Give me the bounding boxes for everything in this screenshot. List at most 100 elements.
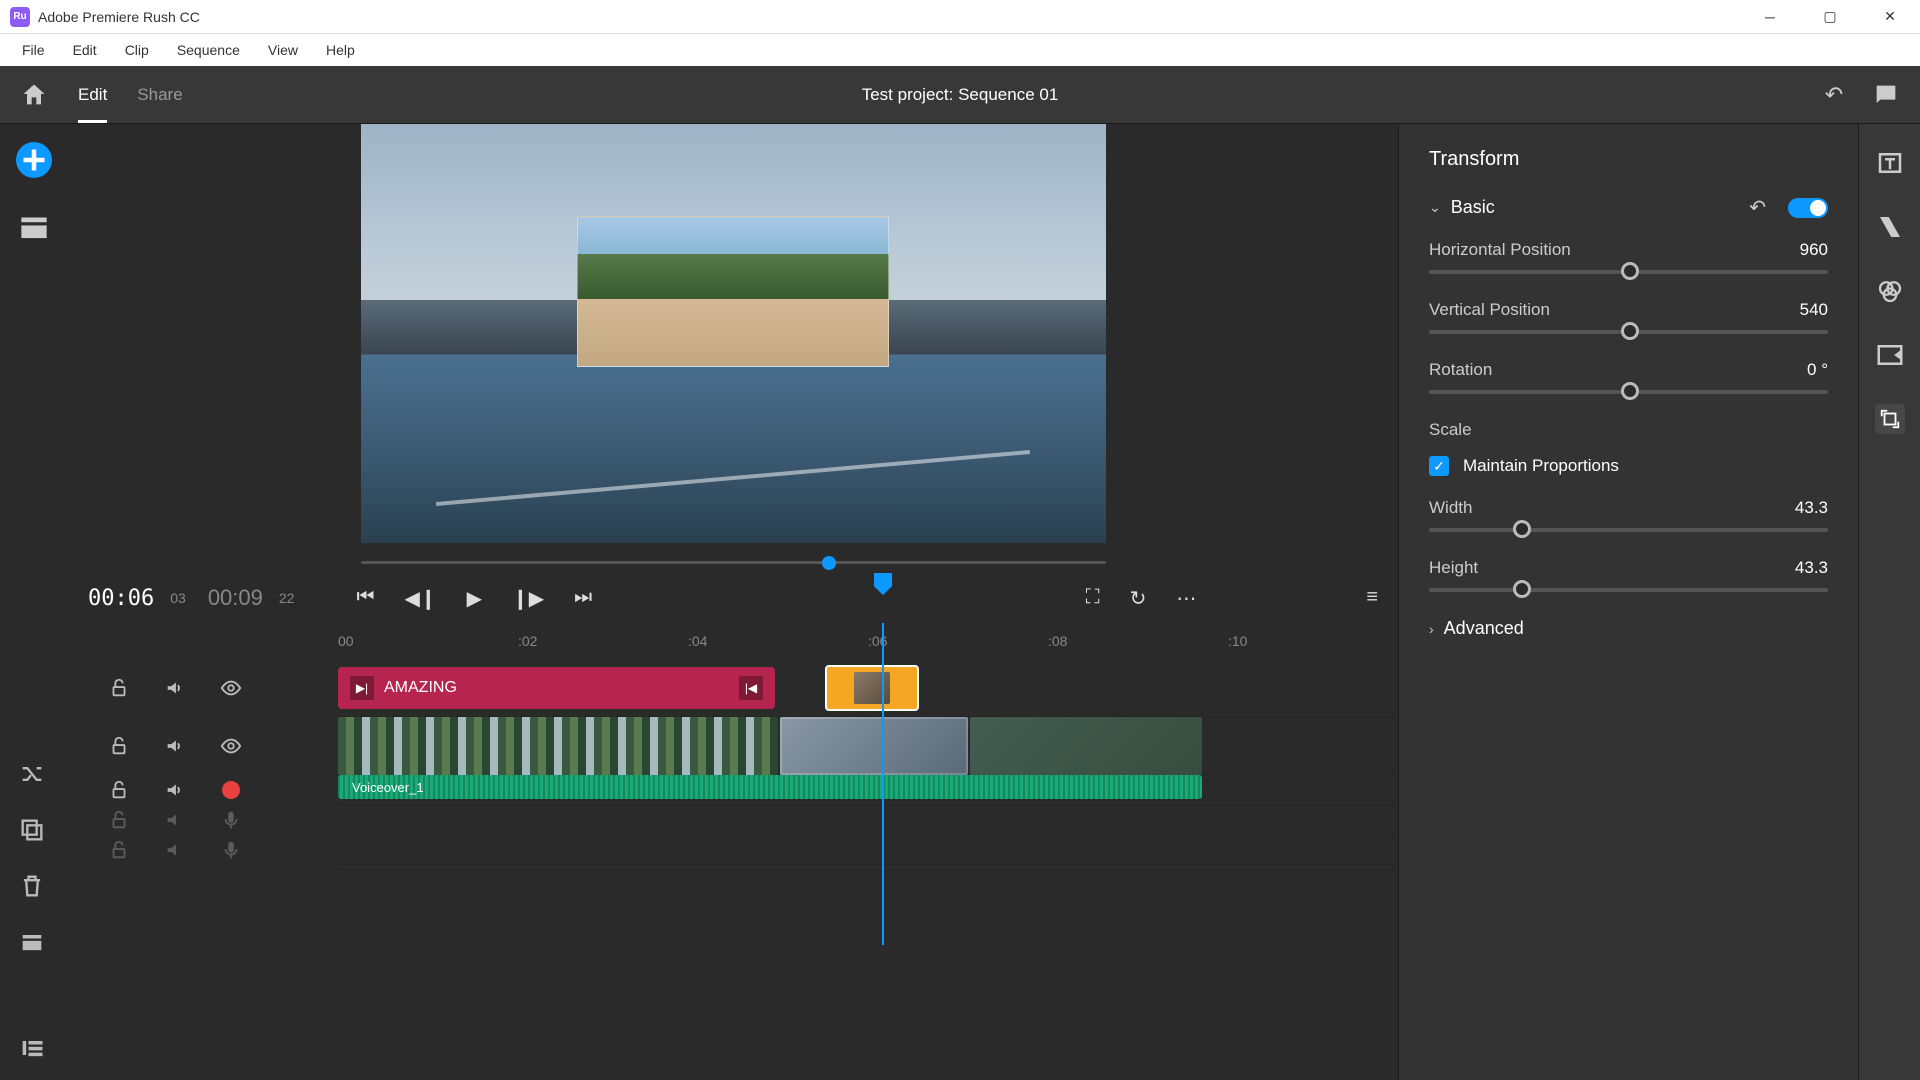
width-value[interactable]: 43.3 (1795, 498, 1828, 518)
voiceover-clip[interactable]: Voiceover_1 (338, 775, 1202, 799)
video-clip-3[interactable] (970, 717, 1202, 775)
width-label: Width (1429, 498, 1472, 518)
basic-toggle[interactable] (1788, 198, 1828, 218)
step-forward-button[interactable]: ❙▶ (512, 586, 544, 611)
title-clip[interactable]: ▶| AMAZING |◀ (338, 667, 775, 709)
height-slider[interactable] (1429, 588, 1828, 592)
tab-share[interactable]: Share (137, 69, 182, 121)
audio-tool-icon[interactable] (1875, 340, 1905, 370)
lock-track-icon[interactable] (108, 779, 130, 801)
video-clip-2[interactable] (780, 717, 968, 775)
delete-icon[interactable] (18, 872, 46, 900)
mic-icon[interactable] (220, 809, 242, 831)
transitions-tool-icon[interactable] (1875, 212, 1905, 242)
vpos-value[interactable]: 540 (1800, 300, 1828, 320)
home-button[interactable] (20, 81, 48, 109)
right-toolbar (1858, 124, 1920, 1080)
track-row-audio-empty (338, 835, 1398, 865)
height-value[interactable]: 43.3 (1795, 558, 1828, 578)
menu-edit[interactable]: Edit (59, 36, 111, 64)
rotation-slider[interactable] (1429, 390, 1828, 394)
expand-tracks-icon[interactable] (18, 928, 46, 956)
more-options-button[interactable]: ⋯ (1176, 586, 1196, 611)
timeline-ruler[interactable]: 00 :02 :04 :06 :08 :10 (68, 623, 1398, 659)
hpos-value[interactable]: 960 (1800, 240, 1828, 260)
fullscreen-button[interactable]: ⛶ (1086, 586, 1100, 611)
transport-bar: 00:06 03 00:09 22 ⏮ ◀❙ ▶ ❙▶ ⏭ ⛶ ↻ ⋯ (68, 573, 1398, 623)
loop-button[interactable]: ↻ (1130, 586, 1147, 611)
mute-track-icon[interactable] (164, 779, 186, 801)
picture-in-picture-overlay (577, 216, 890, 367)
track-toggles-column (68, 659, 338, 865)
mute-track-icon[interactable] (164, 809, 186, 831)
mute-track-icon[interactable] (164, 677, 186, 699)
shuffle-icon[interactable] (18, 760, 46, 788)
ruler-tick: :08 (1048, 633, 1067, 649)
timeline-tracks[interactable]: ▶| AMAZING |◀ (338, 659, 1398, 865)
preview-monitor[interactable] (361, 124, 1106, 543)
maintain-proportions-label: Maintain Proportions (1463, 456, 1619, 476)
menu-sequence[interactable]: Sequence (163, 36, 254, 64)
chevron-right-icon: › (1429, 621, 1434, 637)
menu-clip[interactable]: Clip (111, 36, 163, 64)
control-track-view-icon[interactable] (18, 1034, 46, 1062)
track-row-titles: ▶| AMAZING |◀ (338, 659, 1398, 717)
title-clip-label: AMAZING (384, 679, 457, 697)
add-media-button[interactable] (16, 142, 52, 178)
title-out-icon: |◀ (739, 676, 763, 700)
play-button[interactable]: ▶ (467, 586, 482, 611)
titlebar: Ru Adobe Premiere Rush CC ─ ▢ ✕ (0, 0, 1920, 34)
transform-tool-icon[interactable] (1875, 404, 1905, 434)
visibility-track-icon[interactable] (220, 677, 242, 699)
app-icon: Ru (10, 7, 30, 27)
visibility-track-icon[interactable] (220, 735, 242, 757)
ruler-tick: :04 (688, 633, 707, 649)
titles-tool-icon[interactable] (1875, 148, 1905, 178)
basic-section-header[interactable]: ⌄ Basic ↶ (1429, 195, 1828, 220)
transform-panel: Transform ⌄ Basic ↶ Horizontal Position … (1398, 124, 1858, 1080)
duplicate-icon[interactable] (18, 816, 46, 844)
record-button[interactable] (220, 779, 242, 801)
lock-track-icon[interactable] (108, 677, 130, 699)
mute-track-icon[interactable] (164, 735, 186, 757)
lock-track-icon[interactable] (108, 735, 130, 757)
rotation-value[interactable]: 0 ° (1807, 360, 1828, 380)
rotation-label: Rotation (1429, 360, 1492, 380)
basic-section-title: Basic (1451, 197, 1740, 218)
project-panel-button[interactable] (15, 208, 53, 246)
track-row-voiceover: Voiceover_1 (338, 775, 1398, 805)
hpos-label: Horizontal Position (1429, 240, 1571, 260)
feedback-button[interactable] (1872, 81, 1900, 109)
goto-end-button[interactable]: ⏭ (574, 586, 592, 611)
hpos-slider[interactable] (1429, 270, 1828, 274)
video-clip-1[interactable] (338, 717, 778, 775)
maintain-proportions-checkbox[interactable]: ✓ (1429, 456, 1449, 476)
vpos-slider[interactable] (1429, 330, 1828, 334)
selected-pip-clip[interactable] (825, 665, 919, 711)
menu-help[interactable]: Help (312, 36, 369, 64)
minimize-button[interactable]: ─ (1740, 0, 1800, 34)
lock-track-icon[interactable] (108, 809, 130, 831)
mic-icon[interactable] (220, 839, 242, 861)
undo-button[interactable]: ↶ (1820, 81, 1848, 109)
step-back-button[interactable]: ◀❙ (404, 586, 436, 611)
lock-track-icon[interactable] (108, 839, 130, 861)
height-label: Height (1429, 558, 1478, 578)
preview-scrubber[interactable] (361, 553, 1106, 573)
goto-start-button[interactable]: ⏮ (356, 586, 374, 611)
project-title: Test project: Sequence 01 (862, 85, 1059, 105)
scale-subsection-label: Scale (1429, 420, 1828, 440)
timeline-options-button[interactable]: ≡ (1366, 586, 1378, 611)
mute-track-icon[interactable] (164, 839, 186, 861)
close-button[interactable]: ✕ (1860, 0, 1920, 34)
maximize-button[interactable]: ▢ (1800, 0, 1860, 34)
chevron-down-icon: ⌄ (1429, 199, 1441, 216)
advanced-section-header[interactable]: › Advanced (1429, 618, 1828, 639)
duration-frames: 22 (279, 590, 295, 606)
tab-edit[interactable]: Edit (78, 69, 107, 121)
menu-file[interactable]: File (8, 36, 59, 64)
width-slider[interactable] (1429, 528, 1828, 532)
color-tool-icon[interactable] (1875, 276, 1905, 306)
reset-icon[interactable]: ↶ (1749, 195, 1766, 220)
menu-view[interactable]: View (254, 36, 312, 64)
